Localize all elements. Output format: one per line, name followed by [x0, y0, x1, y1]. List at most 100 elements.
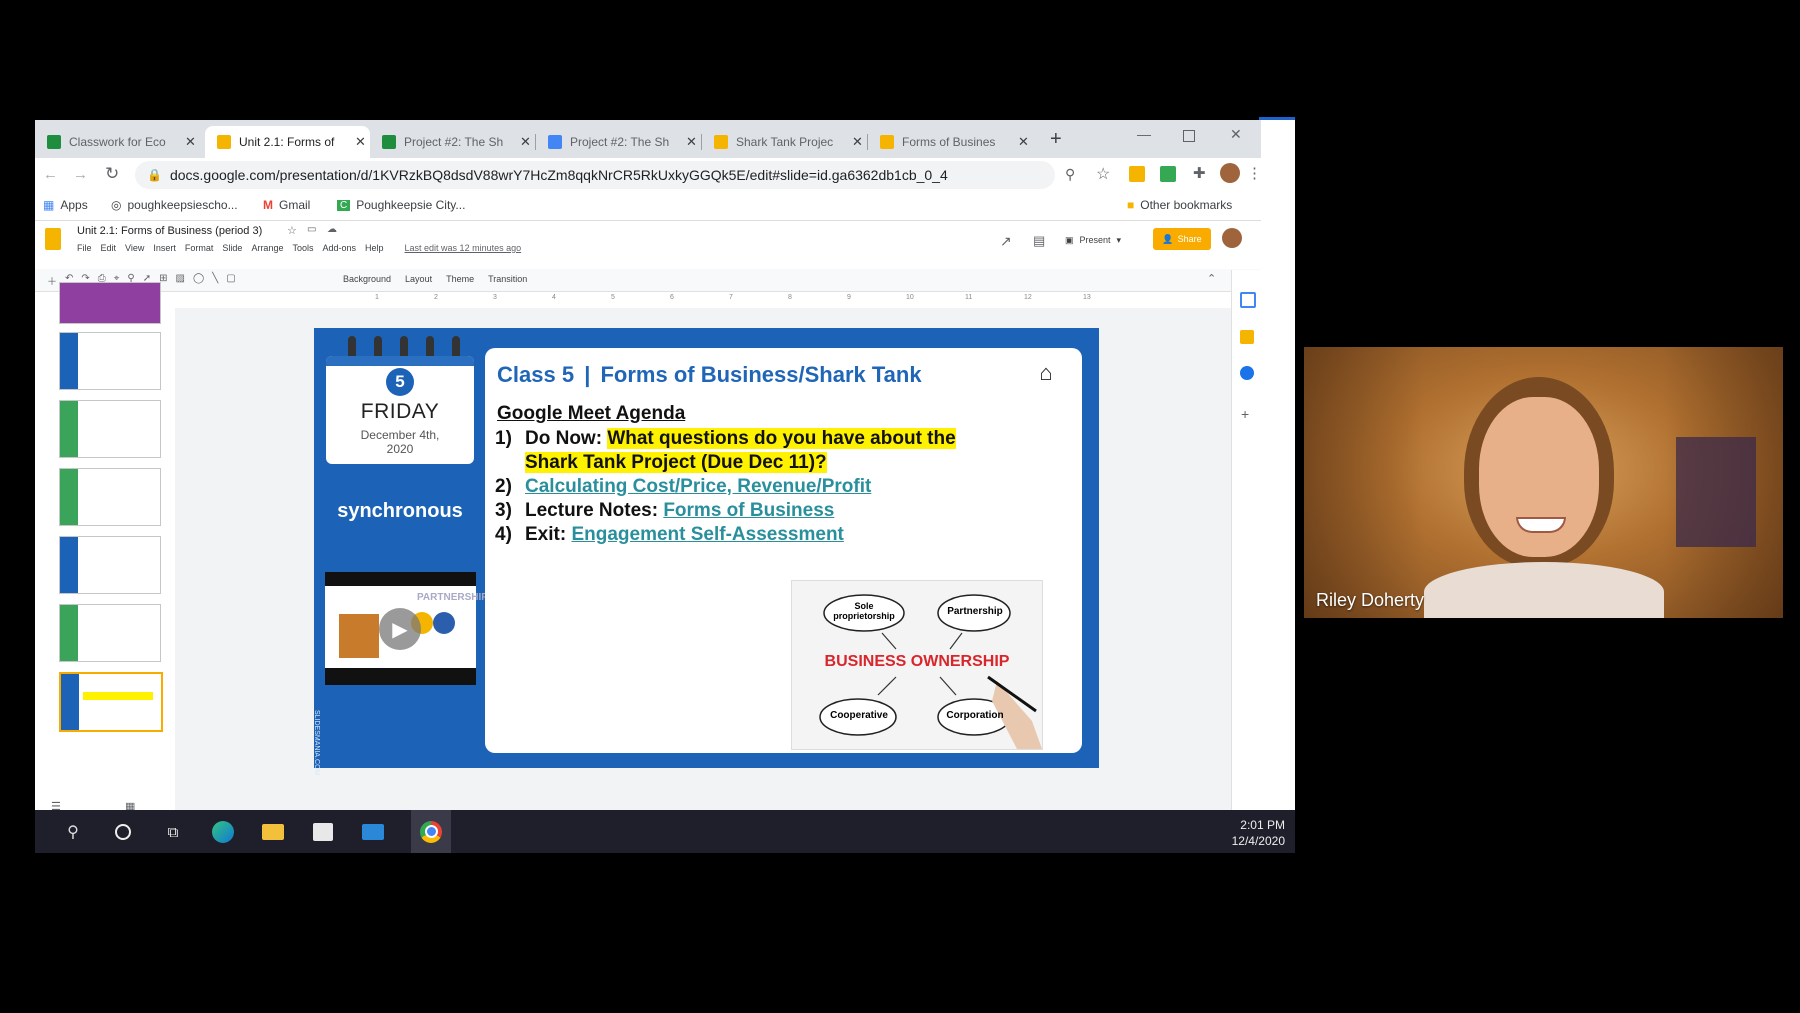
transition-button[interactable]: Transition: [488, 274, 527, 284]
store-icon[interactable]: [311, 820, 335, 844]
slide-thumbnail[interactable]: 3: [59, 400, 161, 458]
last-edit-link[interactable]: Last edit was 12 minutes ago: [405, 243, 522, 253]
menu-arrange[interactable]: Arrange: [251, 243, 283, 253]
ruler-tick: 13: [1083, 294, 1091, 301]
reload-icon[interactable]: ↻: [105, 164, 119, 184]
bookmark-gmail[interactable]: M Gmail: [263, 198, 310, 212]
calendar-icon[interactable]: [1240, 292, 1256, 308]
menu-slide[interactable]: Slide: [222, 243, 242, 253]
slide-thumbnail-selected[interactable]: 7: [59, 672, 163, 732]
move-folder-icon[interactable]: ▭: [307, 224, 316, 235]
maximize-icon[interactable]: [1183, 130, 1195, 142]
add-addon-icon[interactable]: +: [1241, 406, 1249, 422]
bookmark-poughkeepsie-school[interactable]: ◎ poughkeepsiescho...: [111, 198, 238, 212]
slide-thumbnail[interactable]: 5: [59, 536, 161, 594]
keep-icon[interactable]: [1240, 330, 1254, 344]
edge-icon[interactable]: [211, 820, 235, 844]
search-icon[interactable]: ⚲: [61, 820, 85, 844]
close-icon[interactable]: ✕: [520, 134, 531, 150]
url-field[interactable]: 🔒 docs.google.com/presentation/d/1KVRzkB…: [135, 161, 1055, 189]
classroom-icon: [47, 135, 61, 149]
video-thumbnail[interactable]: PARTNERSHIP ▶: [325, 572, 488, 685]
tab-forms-business[interactable]: Forms of Busines ✕: [868, 126, 1033, 158]
tab-classwork[interactable]: Classwork for Eco ✕: [35, 126, 205, 158]
background-button[interactable]: Background: [343, 274, 391, 284]
line-icon[interactable]: ╲: [212, 273, 218, 288]
diagram-center-label: BUSINESS OWNERSHIP: [824, 653, 1010, 670]
tasks-icon[interactable]: [1240, 366, 1254, 380]
chrome-taskbar-icon[interactable]: [411, 810, 451, 853]
calendar-date: December 4th, 2020: [360, 428, 440, 456]
menu-insert[interactable]: Insert: [153, 243, 176, 253]
cortana-icon[interactable]: [111, 820, 135, 844]
bookmark-star-icon[interactable]: ☆: [1096, 164, 1110, 184]
menu-format[interactable]: Format: [185, 243, 214, 253]
forward-icon[interactable]: →: [73, 166, 88, 183]
window-close-icon[interactable]: ✕: [1230, 126, 1242, 143]
slides-logo-icon[interactable]: [45, 228, 61, 250]
ruler-tick: 9: [847, 294, 851, 301]
task-view-icon[interactable]: ⧉: [161, 820, 185, 844]
home-icon[interactable]: ⌂: [1033, 360, 1059, 386]
menu-edit[interactable]: Edit: [101, 243, 117, 253]
tab-shark-tank[interactable]: Shark Tank Projec ✕: [702, 126, 867, 158]
menu-file[interactable]: File: [77, 243, 92, 253]
star-icon[interactable]: ☆: [287, 224, 297, 237]
profile-avatar[interactable]: [1220, 163, 1240, 183]
bookmark-apps[interactable]: ▦ Apps: [43, 198, 88, 212]
extension-slides-icon[interactable]: [1129, 166, 1145, 182]
image-icon[interactable]: ▨: [176, 273, 185, 288]
file-explorer-icon[interactable]: [261, 820, 285, 844]
slide-thumbnail[interactable]: 2: [59, 332, 161, 390]
account-avatar[interactable]: [1222, 228, 1242, 248]
participant-video-tile[interactable]: Riley Doherty: [1304, 347, 1783, 618]
minimize-icon[interactable]: —: [1137, 126, 1151, 142]
close-icon[interactable]: ✕: [686, 134, 697, 150]
bookmark-poughkeepsie-city[interactable]: C Poughkeepsie City...: [337, 198, 465, 212]
close-icon[interactable]: ✕: [355, 134, 366, 150]
close-icon[interactable]: ✕: [1018, 134, 1029, 150]
menu-tools[interactable]: Tools: [292, 243, 313, 253]
shape-icon[interactable]: ◯: [193, 273, 204, 288]
person-illustration: [433, 612, 455, 634]
close-icon[interactable]: ✕: [185, 134, 196, 150]
tab-project-2a[interactable]: Project #2: The Sh ✕: [370, 126, 535, 158]
zoom-icon[interactable]: ⚲: [1065, 166, 1075, 183]
system-clock[interactable]: 2:01 PM 12/4/2020: [1215, 817, 1285, 849]
menu-addons[interactable]: Add-ons: [322, 243, 356, 253]
menu-view[interactable]: View: [125, 243, 144, 253]
kebab-menu-icon[interactable]: ⋮: [1247, 164, 1262, 182]
back-icon[interactable]: ←: [43, 166, 58, 183]
apps-grid-icon: ▦: [43, 198, 55, 212]
extensions-puzzle-icon[interactable]: ✚: [1193, 164, 1206, 182]
link-forms-of-business[interactable]: Forms of Business: [663, 499, 834, 523]
present-button[interactable]: ▣ Present ▾: [1065, 229, 1121, 251]
link-calculating-cost[interactable]: Calculating Cost/Price, Revenue/Profit: [525, 475, 871, 499]
comments-icon[interactable]: ▤: [1033, 233, 1045, 249]
new-slide-icon[interactable]: ＋: [47, 273, 57, 288]
play-icon[interactable]: ▶: [379, 608, 421, 650]
close-icon[interactable]: ✕: [852, 134, 863, 150]
classroom-icon: [382, 135, 396, 149]
slide-thumbnail[interactable]: 6: [59, 604, 161, 662]
tab-project-2b[interactable]: Project #2: The Sh ✕: [536, 126, 701, 158]
document-title[interactable]: Unit 2.1: Forms of Business (period 3): [77, 225, 262, 237]
tab-unit-forms[interactable]: Unit 2.1: Forms of ✕: [205, 126, 370, 158]
comment-add-icon[interactable]: ▢: [226, 273, 235, 288]
extension-classroom-icon[interactable]: [1160, 166, 1176, 182]
other-bookmarks[interactable]: ■ Other bookmarks: [1127, 198, 1232, 212]
menu-help[interactable]: Help: [365, 243, 384, 253]
activity-icon[interactable]: ↗: [1000, 233, 1012, 250]
editing-toolbar: ＋ ↶ ↷ ⎙ ⌖ ⚲ ➚ ⊞ ▨ ◯ ╲ ▢ Background Layou…: [35, 269, 1261, 292]
theme-button[interactable]: Theme: [446, 274, 474, 284]
share-button[interactable]: 👤 Share: [1153, 228, 1211, 250]
collapse-toolbar-icon[interactable]: ⌃: [1207, 272, 1216, 285]
layout-button[interactable]: Layout: [405, 274, 432, 284]
new-tab-button[interactable]: +: [1050, 128, 1062, 151]
slide-title: Class 5 | Forms of Business/Shark Tank: [497, 362, 922, 388]
mail-icon[interactable]: [361, 820, 385, 844]
tab-strip: Classwork for Eco ✕ Unit 2.1: Forms of ✕…: [35, 120, 1261, 158]
slide-thumbnail[interactable]: [59, 282, 161, 324]
slide-thumbnail[interactable]: 4: [59, 468, 161, 526]
link-engagement-assessment[interactable]: Engagement Self-Assessment: [571, 523, 843, 547]
